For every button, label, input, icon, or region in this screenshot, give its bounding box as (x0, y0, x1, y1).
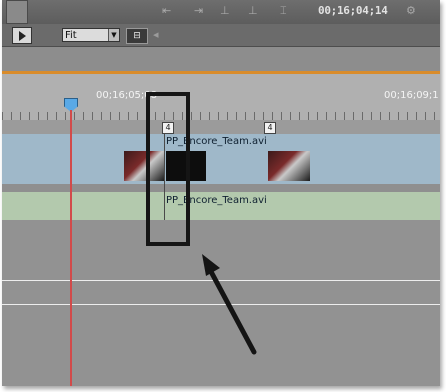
playhead-line[interactable] (70, 110, 72, 386)
marker-strip (2, 120, 440, 134)
play-button[interactable] (12, 27, 32, 44)
ruler-time-label: 00;16;09;1 (384, 90, 439, 101)
timeline-toolbar: ⇤ ⇥ ⊥ ⊥ ⌶ 00;16;04;14 ⚙ (2, 0, 440, 24)
out-point-icon[interactable]: ⇥ (194, 4, 203, 17)
marker-icon[interactable]: ⌶ (280, 4, 287, 18)
callout-highlight-box (146, 92, 190, 246)
current-timecode[interactable]: 00;16;04;14 (318, 4, 388, 17)
ruler-ticks (2, 112, 440, 120)
in-point-icon[interactable]: ⇤ (162, 4, 171, 17)
lift-icon[interactable]: ⊥ (220, 4, 230, 17)
timeline-panel: ⇤ ⇥ ⊥ ⊥ ⌶ 00;16;04;14 ⚙ Fit ▼ ⊟ ◂ 00;16;… (2, 0, 440, 386)
zoom-dropdown[interactable]: Fit ▼ (62, 28, 120, 42)
snap-button[interactable]: ⊟ (126, 28, 148, 44)
clip-marker[interactable]: 4 (264, 122, 276, 134)
play-icon (18, 30, 26, 41)
chevron-down-icon: ▼ (108, 29, 119, 41)
settings-icon[interactable]: ⚙ (406, 4, 416, 17)
extract-icon[interactable]: ⊥ (248, 4, 258, 17)
callout-arrow-icon (202, 254, 257, 355)
clip-thumbnail (268, 151, 310, 181)
scroll-left-icon[interactable]: ◂ (153, 28, 159, 41)
snap-icon: ⊟ (133, 31, 141, 41)
panel-menu-button[interactable] (6, 0, 28, 24)
timeline-controls-row: Fit ▼ ⊟ ◂ (2, 24, 440, 47)
zoom-value: Fit (65, 30, 77, 41)
panel-background (2, 47, 440, 73)
